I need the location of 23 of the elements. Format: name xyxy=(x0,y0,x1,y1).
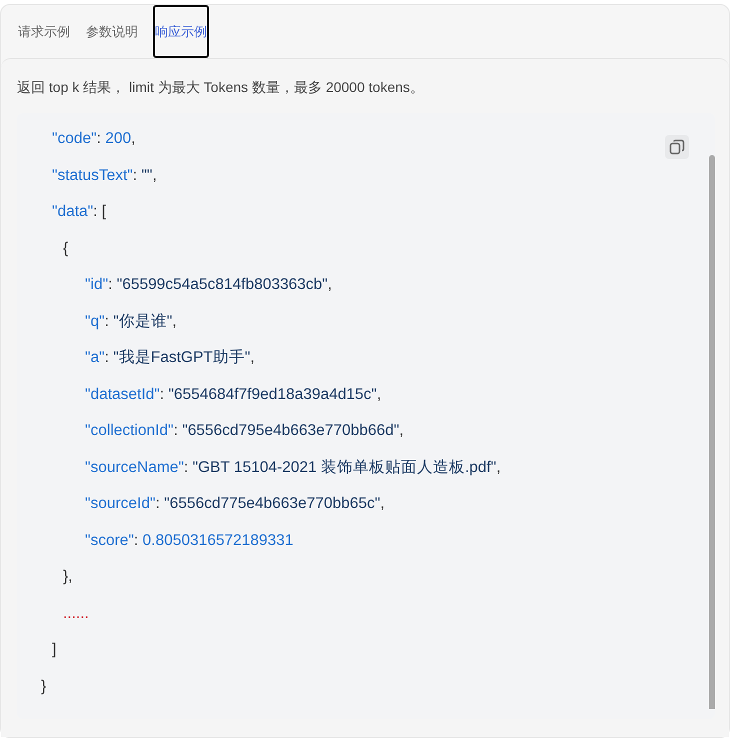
code-line: "data": [ xyxy=(52,202,106,222)
code-line: ] xyxy=(52,640,56,660)
copy-button[interactable] xyxy=(665,135,689,159)
code-line: "statusText": "", xyxy=(52,166,157,186)
code-line: }, xyxy=(63,567,72,587)
code-line: "datasetId": "6554684f7f9ed18a39a4d15c", xyxy=(85,384,382,404)
copy-icon xyxy=(668,138,686,156)
code-line: "sourceId": "6556cd775e4b663e770bb65c", xyxy=(85,494,385,514)
tab[interactable]: 参数说明 xyxy=(85,5,139,58)
code-line: "a": "我是FastGPT助手", xyxy=(85,348,255,368)
tab[interactable]: 请求示例 xyxy=(17,5,71,58)
code-line: "score": 0.8050316572189331 xyxy=(85,530,294,550)
scrollbar[interactable] xyxy=(709,155,715,709)
code-line: "collectionId": "6556cd795e4b663e770bb66d", xyxy=(85,421,404,441)
tab[interactable]: 响应示例 xyxy=(153,5,209,58)
code-line: "sourceName": "GBT 15104-2021 装饰单板贴面人造板.pdf", xyxy=(85,458,501,478)
description-text: 返回 top k 结果， limit 为最大 Tokens 数量，最多 20000 tokens。 xyxy=(17,79,425,97)
code-line: { xyxy=(63,238,68,258)
code-line: } xyxy=(41,676,46,696)
code-line: ...... xyxy=(63,604,89,624)
code-line: "code": 200, xyxy=(52,129,136,149)
code-line: "q": "你是谁", xyxy=(85,312,177,332)
code-line: "id": "65599c54a5c814fb803363cb", xyxy=(85,275,332,295)
